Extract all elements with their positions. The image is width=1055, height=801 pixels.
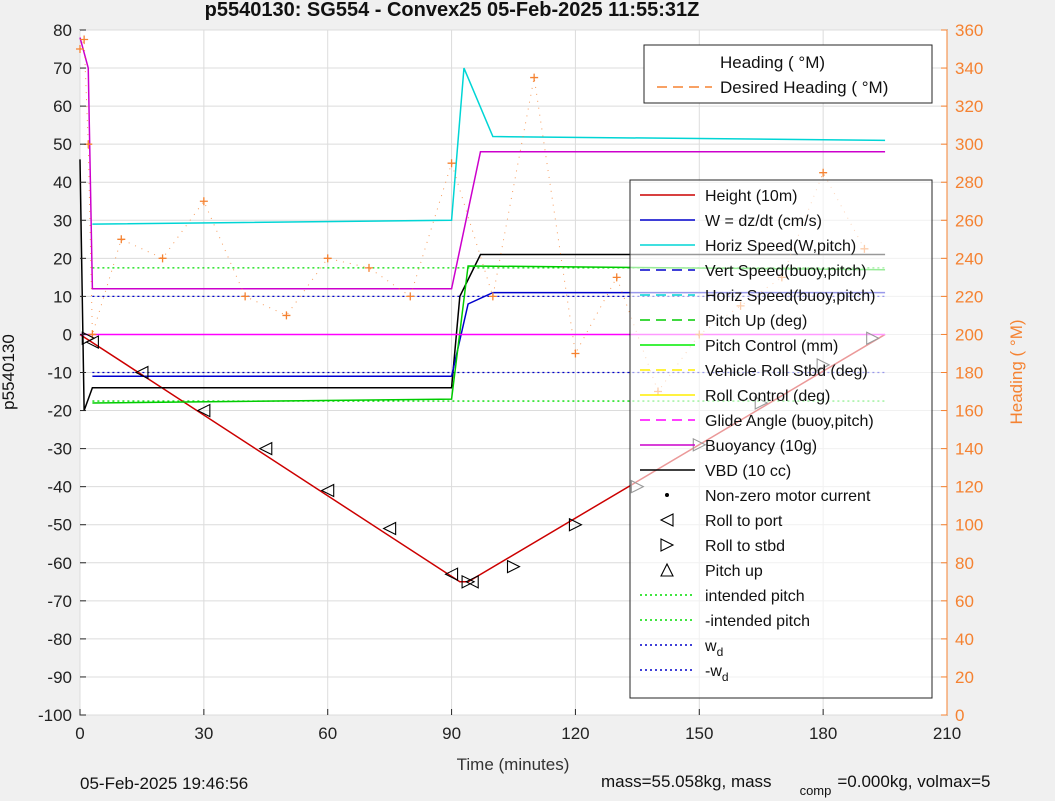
legend-main-label: Roll to port xyxy=(705,513,783,530)
y2-tick-label: 260 xyxy=(955,211,983,230)
legend-main-label: Height (10m) xyxy=(705,188,797,205)
y2-axis-label: Heading ( °M) xyxy=(1007,319,1026,424)
y2-tick-label: 40 xyxy=(955,630,974,649)
y2-tick-label: 300 xyxy=(955,135,983,154)
y-axis-label: p5540130 xyxy=(0,334,18,410)
footer-mass-right: =0.000kg, volmax=5 xyxy=(837,772,991,791)
y-tick-label: -40 xyxy=(47,478,72,497)
y2-tick-label: 320 xyxy=(955,97,983,116)
y-tick-label: -60 xyxy=(47,554,72,573)
y2-tick-label: 20 xyxy=(955,668,974,687)
legend-heading-label: Desired Heading ( °M) xyxy=(720,78,888,97)
legend-main-label: W = dz/dt (cm/s) xyxy=(705,213,822,230)
y-tick-label: 60 xyxy=(53,97,72,116)
legend-heading-label: Heading ( °M) xyxy=(720,53,825,72)
y2-tick-label: 100 xyxy=(955,516,983,535)
legend-main-label: Horiz Speed(W,pitch) xyxy=(705,238,856,255)
footer-date: 05-Feb-2025 19:46:56 xyxy=(80,774,249,793)
legend-main-label: -intended pitch xyxy=(705,613,810,630)
y-tick-label: -80 xyxy=(47,630,72,649)
legend-main-label: VBD (10 cc) xyxy=(705,463,791,480)
x-tick-label: 150 xyxy=(685,724,713,743)
y2-tick-label: 120 xyxy=(955,478,983,497)
y2-tick-label: 280 xyxy=(955,173,983,192)
footer-mass-sub: comp xyxy=(799,783,832,798)
chart-title: p5540130: SG554 - Convex25 05-Feb-2025 1… xyxy=(205,0,700,21)
legend-main-label: Buoyancy (10g) xyxy=(705,438,817,455)
y2-tick-label: 0 xyxy=(955,706,964,725)
x-tick-label: 60 xyxy=(318,724,337,743)
legend-main-subscript: d xyxy=(722,670,729,684)
legend-main-label: Non-zero motor current xyxy=(705,488,871,505)
legend-main-label: Vert Speed(buoy,pitch) xyxy=(705,263,867,280)
y2-tick-label: 160 xyxy=(955,402,983,421)
legend-main-subscript: d xyxy=(717,645,724,659)
y-tick-label: -30 xyxy=(47,440,72,459)
x-tick-label: 180 xyxy=(809,724,837,743)
y2-tick-label: 220 xyxy=(955,287,983,306)
x-tick-label: 120 xyxy=(561,724,589,743)
footer-mass-left: mass=55.058kg, mass xyxy=(601,772,772,791)
y-tick-label: -100 xyxy=(38,706,72,725)
legend-main-label: Pitch up xyxy=(705,563,763,580)
legend-main: Height (10m) W = dz/dt (cm/s) Horiz Speed(… xyxy=(629,179,933,699)
legend-main-dot xyxy=(665,493,669,497)
y2-tick-label: 240 xyxy=(955,249,983,268)
y-tick-label: -50 xyxy=(47,516,72,535)
x-tick-label: 0 xyxy=(75,724,84,743)
x-tick-label: 90 xyxy=(442,724,461,743)
y-tick-label: -10 xyxy=(47,364,72,383)
y-tick-label: 50 xyxy=(53,135,72,154)
legend-main-label: Glide Angle (buoy,pitch) xyxy=(705,413,874,430)
y2-tick-label: 340 xyxy=(955,59,983,78)
y-tick-label: -20 xyxy=(47,402,72,421)
y2-tick-label: 60 xyxy=(955,592,974,611)
y-tick-label: 80 xyxy=(53,21,72,40)
y-tick-label: 70 xyxy=(53,59,72,78)
footer-mass-info: mass=55.058kg, mass comp =0.000kg, volmax=… xyxy=(601,772,991,798)
y-tick-label: -70 xyxy=(47,592,72,611)
y-tick-label: 0 xyxy=(63,325,72,344)
y2-tick-label: 200 xyxy=(955,325,983,344)
y-tick-label: 20 xyxy=(53,249,72,268)
y2-tick-label: 80 xyxy=(955,554,974,573)
legend-main-label: Pitch Control (mm) xyxy=(705,338,838,355)
y-tick-label: 30 xyxy=(53,211,72,230)
y2-tick-label: 180 xyxy=(955,364,983,383)
legend-main-label: Pitch Up (deg) xyxy=(705,313,807,330)
legend-main-label: Horiz Speed(buoy,pitch) xyxy=(705,288,875,305)
legend-main-label: intended pitch xyxy=(705,588,805,605)
x-tick-label: 210 xyxy=(933,724,961,743)
legend-main-label: Vehicle Roll Stbd (deg) xyxy=(705,363,868,380)
x-tick-label: 30 xyxy=(194,724,213,743)
y-tick-label: 10 xyxy=(53,287,72,306)
y2-tick-label: 360 xyxy=(955,21,983,40)
chart-figure: 0 30 60 90 120 150 180 210-100-90-80-70-60-50-4… xyxy=(0,0,1026,774)
x-axis-label: Time (minutes) xyxy=(457,755,570,774)
y2-tick-label: 140 xyxy=(955,440,983,459)
y-tick-label: -90 xyxy=(47,668,72,687)
legend-heading: Heading ( °M) Desired Heading ( °M) xyxy=(643,44,933,104)
legend-main-label: Roll to stbd xyxy=(705,538,785,555)
legend-main-label: Roll Control (deg) xyxy=(705,388,830,405)
y-tick-label: 40 xyxy=(53,173,72,192)
